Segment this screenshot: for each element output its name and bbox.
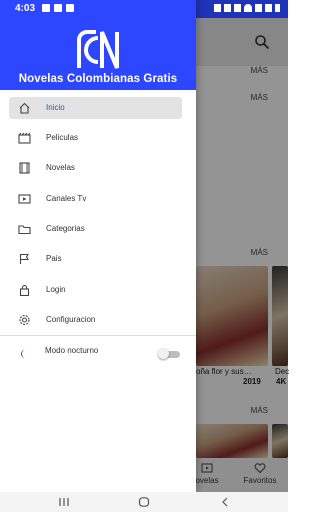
home-button-icon[interactable] [138, 497, 150, 507]
movie-icon [18, 132, 31, 144]
menu-item-label: Novelas [46, 163, 75, 172]
navigation-drawer: 4:03 Novelas Colombianas Gratis Inicio P… [0, 0, 196, 492]
folder-icon [18, 225, 31, 235]
menu-item-login[interactable]: Login [9, 279, 182, 301]
toggle-thumb [158, 348, 169, 359]
back-icon[interactable] [220, 497, 230, 507]
signal-icon [255, 4, 262, 12]
image-icon [234, 4, 241, 12]
menu-item-inicio[interactable]: Inicio [9, 97, 182, 119]
wifi-icon [244, 4, 252, 12]
signal-icon [265, 4, 272, 12]
menu-item-label: Inicio [46, 103, 65, 112]
menu-item-label: Configuracion [46, 315, 96, 324]
menu-item-pais[interactable]: Pais [9, 248, 182, 270]
battery-icon [275, 4, 280, 12]
menu-item-canales-tv[interactable]: Canales Tv [9, 188, 182, 210]
menu-item-modo-nocturno[interactable]: Modo nocturno [9, 343, 182, 365]
menu-item-label: Peliculas [46, 133, 79, 142]
flag-icon [19, 253, 29, 264]
menu-item-categorias[interactable]: Categorias [9, 218, 182, 240]
menu-item-label: Pais [46, 254, 62, 263]
menu-divider [0, 335, 196, 336]
gear-icon [19, 314, 30, 326]
notification-icon [214, 4, 221, 12]
menu-item-novelas[interactable]: Novelas [9, 157, 182, 179]
menu-item-label: Canales Tv [46, 194, 87, 203]
tv-icon [18, 194, 31, 204]
lock-icon [19, 284, 30, 296]
moon-icon [20, 349, 26, 359]
recent-apps-icon[interactable] [58, 497, 70, 507]
drawer-header: 4:03 Novelas Colombianas Gratis [0, 0, 196, 90]
menu-item-label: Login [46, 285, 66, 294]
check-icon [42, 4, 50, 12]
rcn-logo-icon [77, 30, 119, 69]
system-navigation-bar [0, 492, 288, 512]
menu-item-label: Categorias [46, 224, 85, 233]
mute-icon [224, 4, 231, 12]
menu-item-peliculas[interactable]: Peliculas [9, 127, 182, 149]
grid-icon [54, 4, 62, 12]
status-bar: 4:03 [0, 0, 196, 18]
app-title: Novelas Colombianas Gratis [18, 73, 178, 85]
menu-item-label: Modo nocturno [45, 346, 99, 355]
home-icon [19, 102, 30, 114]
film-strip-icon [19, 162, 30, 174]
notification-icon [66, 4, 74, 12]
menu-item-configuracion[interactable]: Configuracion [9, 309, 182, 331]
status-time: 4:03 [15, 3, 36, 14]
night-mode-toggle[interactable] [158, 348, 182, 360]
